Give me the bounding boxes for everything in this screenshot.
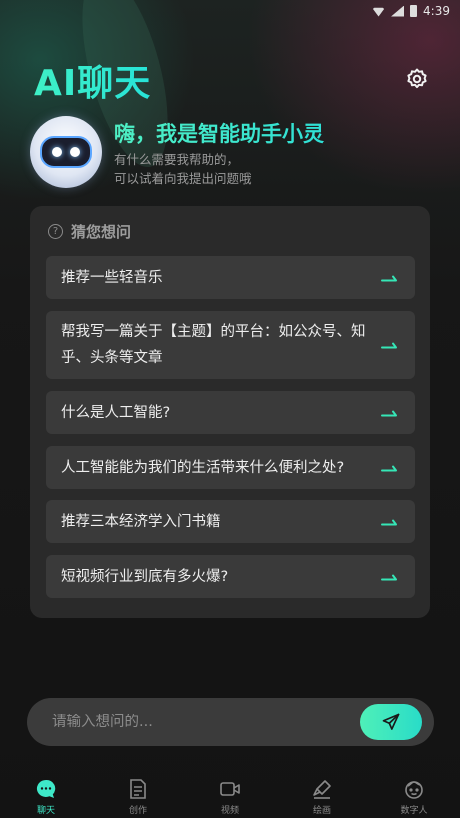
suggestions-card: ? 猜您想问 推荐一些轻音乐 帮我写一篇关于【主题】的平台：如公众号、知乎、头条… <box>30 206 430 618</box>
tab-label: 创作 <box>128 806 147 816</box>
suggestion-item[interactable]: 什么是人工智能? <box>46 391 415 434</box>
bottom-tab-bar: 聊天 创作 视频 绘画 数字人 <box>0 772 460 818</box>
tab-draw[interactable]: 绘画 <box>276 772 368 818</box>
arrow-right-icon <box>381 342 397 349</box>
greeting-subtext: 有什么需要我帮助的， 可以试着向我提出问题哦 <box>114 152 252 186</box>
status-time: 4:39 <box>423 4 450 18</box>
tab-create[interactable]: 创作 <box>92 772 184 818</box>
tab-label: 绘画 <box>312 806 331 816</box>
settings-button[interactable] <box>402 64 432 94</box>
suggestion-item[interactable]: 推荐一些轻音乐 <box>46 256 415 299</box>
assistant-hero: 嗨，我是智能助手小灵 有什么需要我帮助的， 可以试着向我提出问题哦 <box>30 116 440 192</box>
tab-digital-human[interactable]: 数字人 <box>368 772 460 818</box>
chat-icon <box>35 778 57 800</box>
suggestions-header: ? 猜您想问 <box>48 221 131 242</box>
video-icon <box>219 778 241 800</box>
send-icon <box>382 713 400 730</box>
wifi-icon <box>372 7 386 17</box>
suggestion-item[interactable]: 人工智能能为我们的生活带来什么便利之处? <box>46 446 415 489</box>
chat-input-bar <box>27 698 434 746</box>
assistant-avatar <box>30 116 102 188</box>
suggestions-title: 猜您想问 <box>71 223 132 241</box>
battery-icon <box>410 5 418 17</box>
status-bar: 4:39 <box>0 0 460 22</box>
suggestion-item[interactable]: 短视频行业到底有多火爆? <box>46 555 415 598</box>
arrow-right-icon <box>381 275 397 281</box>
suggestion-item[interactable]: 帮我写一篇关于【主题】的平台：如公众号、知乎、头条等文章 <box>46 311 415 379</box>
question-icon: ? <box>48 224 63 239</box>
tab-label: 视频 <box>220 806 239 816</box>
arrow-right-icon <box>381 410 397 416</box>
suggestion-item[interactable]: 推荐三本经济学入门书籍 <box>46 500 415 543</box>
app-title: AI聊天 <box>34 54 151 106</box>
send-button[interactable] <box>360 704 422 740</box>
arrow-right-icon <box>381 465 397 471</box>
greeting-text: 嗨，我是智能助手小灵 <box>114 118 324 148</box>
tab-label: 聊天 <box>36 806 55 816</box>
document-icon <box>127 778 149 800</box>
tab-video[interactable]: 视频 <box>184 772 276 818</box>
arrow-right-icon <box>381 519 397 525</box>
tab-chat[interactable]: 聊天 <box>0 772 92 818</box>
arrow-right-icon <box>381 574 397 580</box>
signal-icon <box>391 5 405 17</box>
face-icon <box>403 778 425 800</box>
gear-icon <box>407 68 427 89</box>
brush-icon <box>311 778 333 800</box>
tab-label: 数字人 <box>400 806 428 816</box>
chat-input[interactable] <box>52 714 360 730</box>
